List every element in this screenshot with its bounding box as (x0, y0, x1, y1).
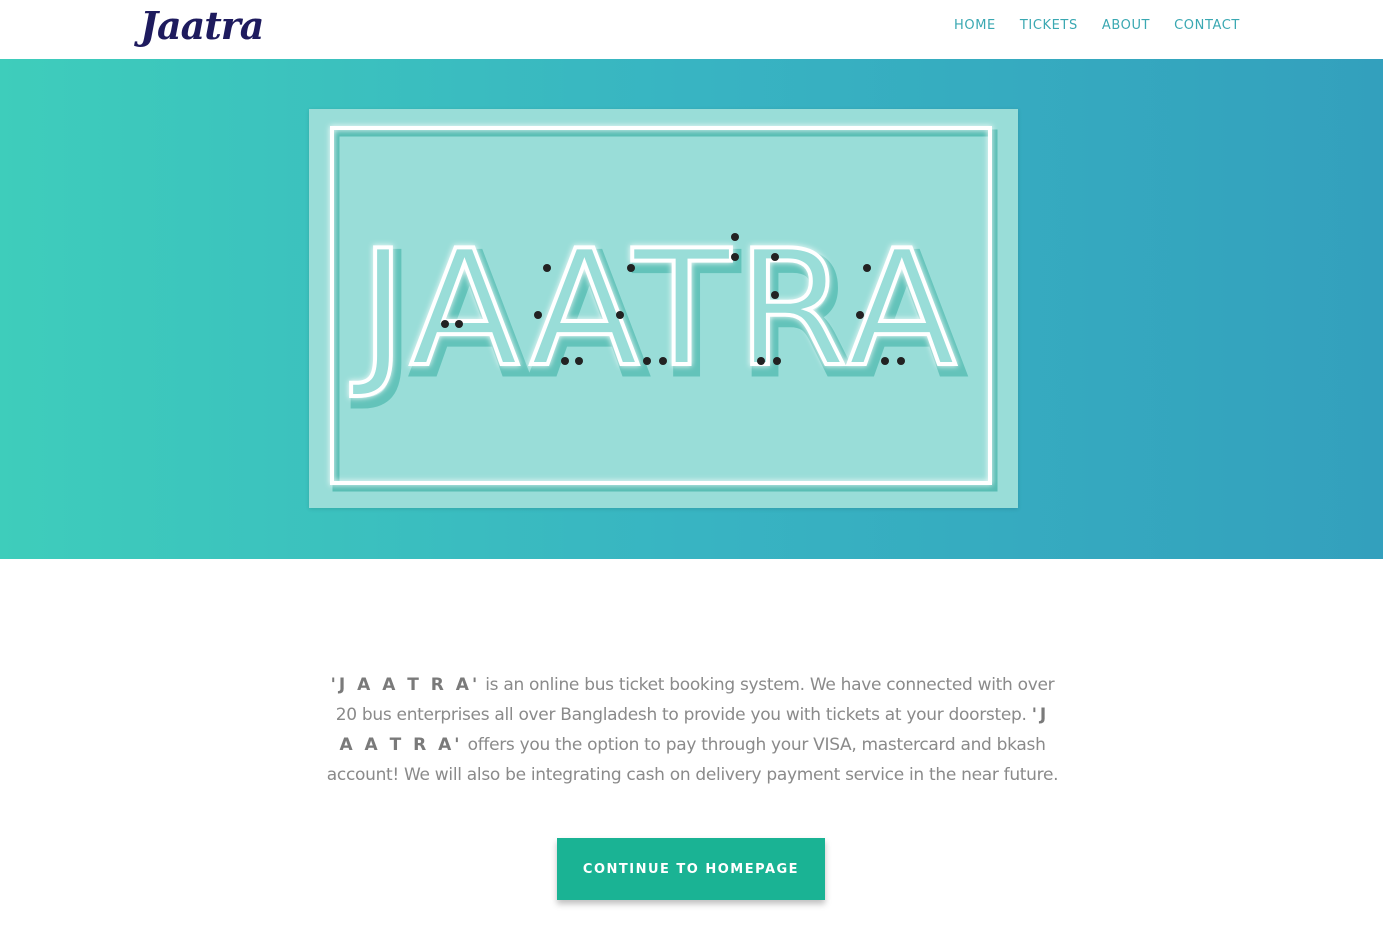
sign-letters: JAATRA (350, 215, 962, 402)
brand-name: 'J A A T R A' (330, 675, 481, 695)
site-logo[interactable]: Jaatra (140, 2, 264, 50)
neon-sign-image: JAATRA JAATRA (309, 109, 1018, 508)
nav-home[interactable]: HOME (954, 18, 996, 34)
about-paragraph: 'J A A T R A' is an online bus ticket bo… (326, 670, 1059, 790)
nav-about[interactable]: ABOUT (1102, 18, 1150, 34)
continue-to-homepage-button[interactable]: CONTINUE TO HOMEPAGE (557, 838, 825, 900)
hero-banner: JAATRA JAATRA (0, 59, 1383, 559)
main-nav: HOME TICKETS ABOUT CONTACT (954, 18, 1240, 34)
nav-contact[interactable]: CONTACT (1174, 18, 1240, 34)
nav-tickets[interactable]: TICKETS (1020, 18, 1078, 34)
site-header: Jaatra HOME TICKETS ABOUT CONTACT (0, 0, 1383, 59)
